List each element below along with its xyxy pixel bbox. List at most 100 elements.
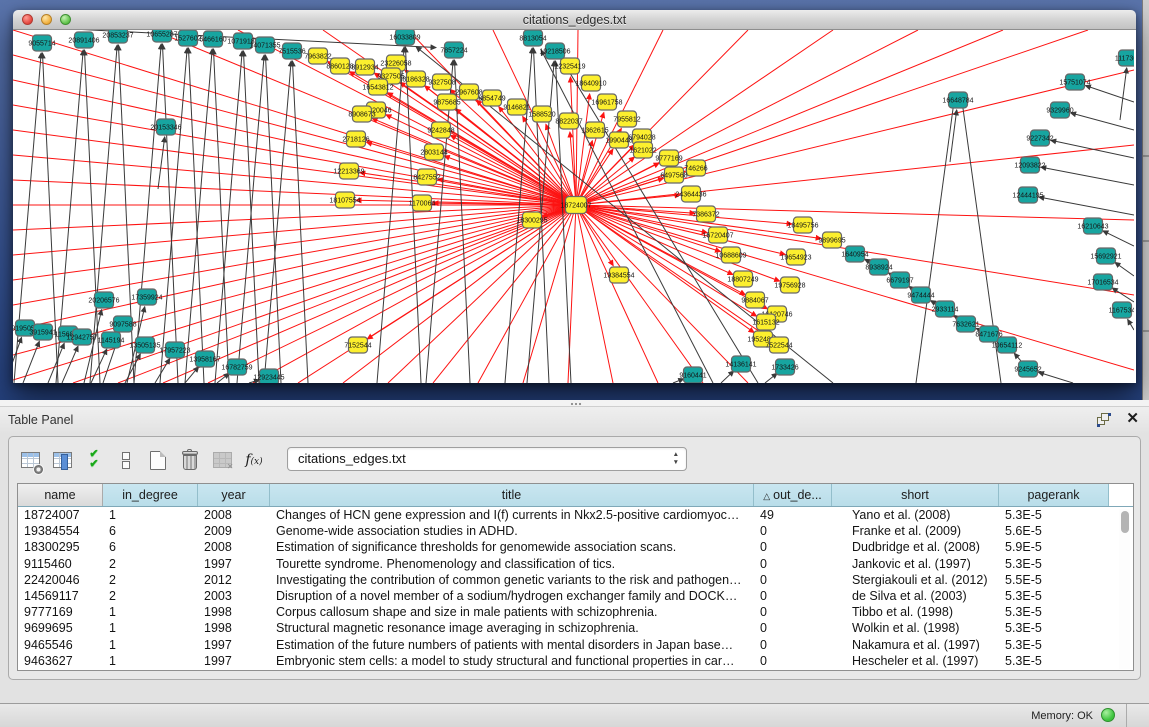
cell-year: 2009 bbox=[198, 523, 270, 539]
cell-title: Disruption of a novel member of a sodium… bbox=[270, 588, 754, 604]
table-mode-icon[interactable] bbox=[17, 447, 43, 473]
column-header-short[interactable]: short bbox=[832, 484, 999, 506]
graph-node-label: 7857224 bbox=[440, 48, 467, 55]
graph-node-label: 18807249 bbox=[727, 277, 758, 284]
graph-node-label: 9097588 bbox=[109, 322, 136, 329]
red-edge bbox=[13, 205, 576, 230]
graph-node-label: 12093822 bbox=[1014, 163, 1045, 170]
graph-node-label: 2803144 bbox=[420, 150, 447, 157]
graph-node-label: 8822037 bbox=[555, 119, 582, 126]
cell-short: Franke et al. (2009) bbox=[832, 523, 999, 539]
graph-node-label: 6794028 bbox=[628, 135, 655, 142]
cell-pagerank: 5.3E-5 bbox=[999, 507, 1109, 523]
graph-node-label: 6679197 bbox=[886, 278, 913, 285]
graph-node-label: 15751074 bbox=[1059, 80, 1090, 87]
cell-title: Changes of HCN gene expression and I(f) … bbox=[270, 507, 754, 523]
table-row[interactable]: 969969511998Structural magnetic resonanc… bbox=[18, 620, 1133, 636]
red-edge bbox=[13, 205, 576, 280]
network-canvas[interactable]: 7963822886012889129342322605893275051654… bbox=[13, 30, 1136, 383]
cell-name: 19384554 bbox=[18, 523, 103, 539]
cell-year: 1997 bbox=[198, 637, 270, 653]
function-builder-icon[interactable]: f(x) bbox=[241, 447, 267, 473]
delete-column-icon[interactable] bbox=[177, 447, 203, 473]
column-header-out_de[interactable]: △out_de... bbox=[754, 484, 832, 506]
cell-name: 9463627 bbox=[18, 653, 103, 669]
new-column-icon[interactable] bbox=[145, 447, 171, 473]
table-row[interactable]: 1830029562008Estimation of significance … bbox=[18, 539, 1133, 555]
column-header-in_degree[interactable]: in_degree bbox=[103, 484, 198, 506]
node-table: namein_degreeyeartitle△out_de...shortpag… bbox=[17, 483, 1134, 671]
red-edge bbox=[576, 205, 780, 281]
graph-node-label: 9146821 bbox=[503, 105, 530, 112]
cell-year: 1997 bbox=[198, 556, 270, 572]
column-header-pagerank[interactable]: pagerank bbox=[999, 484, 1109, 506]
splitter-grip-icon[interactable] bbox=[570, 402, 582, 406]
float-panel-icon[interactable] bbox=[1097, 413, 1111, 427]
graph-node-label: 9474444 bbox=[907, 293, 934, 300]
graph-node-label: 19384554 bbox=[603, 273, 634, 280]
red-edge bbox=[13, 205, 576, 255]
graph-node-label: 20891406 bbox=[68, 38, 99, 45]
graph-node-label: 7963822 bbox=[304, 54, 331, 61]
graph-node-label: 7632621 bbox=[952, 322, 979, 329]
cell-out_de: 0 bbox=[754, 620, 832, 636]
graph-node-label: 10654112 bbox=[992, 343, 1023, 350]
black-edge bbox=[1039, 197, 1134, 215]
graph-node-label: 17016534 bbox=[1087, 280, 1118, 287]
table-row[interactable]: 911546021997Tourette syndrome. Phenomeno… bbox=[18, 556, 1133, 572]
graph-node-label: 24364436 bbox=[675, 192, 706, 199]
black-edge bbox=[158, 137, 165, 189]
graph-node-label: 16961758 bbox=[591, 100, 622, 107]
window-title: citations_edges.txt bbox=[13, 13, 1136, 27]
graph-node-label: 8186328 bbox=[402, 77, 429, 84]
cell-name: 9777169 bbox=[18, 604, 103, 620]
table-row[interactable]: 977716911998Corpus callosum shape and si… bbox=[18, 604, 1133, 620]
window-titlebar[interactable]: citations_edges.txt bbox=[13, 10, 1136, 30]
column-header-title[interactable]: title bbox=[270, 484, 754, 506]
column-header-year[interactable]: year bbox=[198, 484, 270, 506]
table-row[interactable]: 2242004622012Investigating the contribut… bbox=[18, 572, 1133, 588]
cell-out_de: 0 bbox=[754, 556, 832, 572]
graph-node-label: 9245652 bbox=[1014, 367, 1041, 374]
table-row[interactable]: 1872400712008Changes of HCN gene express… bbox=[18, 507, 1133, 523]
graph-node-label: 1621022 bbox=[629, 148, 656, 155]
panel-splitter[interactable] bbox=[0, 400, 1149, 407]
select-all-icon[interactable]: ✔✔ bbox=[81, 447, 107, 473]
table-scrollbar[interactable] bbox=[1119, 509, 1130, 669]
scrollbar-thumb[interactable] bbox=[1121, 511, 1129, 533]
table-row[interactable]: 1456911722003Disruption of a novel membe… bbox=[18, 588, 1133, 604]
cell-short: Jankovic et al. (1997) bbox=[832, 556, 999, 572]
cell-in_degree: 6 bbox=[103, 539, 198, 555]
black-edge bbox=[1041, 167, 1134, 185]
graph-node-label: 3915941 bbox=[29, 330, 56, 337]
table-row[interactable]: 946362711997Embryonic stem cells: a mode… bbox=[18, 653, 1133, 669]
table-row[interactable]: 946554611997Estimation of the future num… bbox=[18, 637, 1133, 653]
table-row[interactable]: 1938455462009Genome-wide association stu… bbox=[18, 523, 1133, 539]
network-table-dropdown[interactable]: citations_edges.txt ▲▼ bbox=[287, 447, 687, 471]
graph-node-label: 18300295 bbox=[516, 218, 547, 225]
cell-pagerank: 5.3E-5 bbox=[999, 637, 1109, 653]
black-edge bbox=[1051, 140, 1134, 158]
graph-node-label: 13958167 bbox=[189, 357, 220, 364]
cell-name: 9465546 bbox=[18, 637, 103, 653]
status-bar: Memory: OK bbox=[0, 703, 1149, 727]
cell-year: 2003 bbox=[198, 588, 270, 604]
cell-short: de Silva et al. (2003) bbox=[832, 588, 999, 604]
graph-node-label: 9875685 bbox=[433, 100, 460, 107]
graph-node-label: 9899695 bbox=[818, 238, 845, 245]
graph-node-label: 8813054 bbox=[519, 36, 546, 43]
black-edge bbox=[185, 49, 212, 383]
cell-year: 2012 bbox=[198, 572, 270, 588]
clear-selection-icon[interactable] bbox=[113, 447, 139, 473]
graph-node-label: 2933114 bbox=[932, 307, 959, 314]
column-header-name[interactable]: name bbox=[18, 484, 103, 506]
red-edge bbox=[208, 205, 576, 383]
red-edge bbox=[576, 30, 1088, 205]
show-columns-icon[interactable] bbox=[49, 447, 75, 473]
close-panel-icon[interactable]: ✕ bbox=[1126, 410, 1139, 428]
cell-in_degree: 1 bbox=[103, 653, 198, 669]
status-divider bbox=[1126, 704, 1127, 727]
table-panel-body: ✔✔ f(x) citations_edges.txt ▲▼ namein_de… bbox=[8, 436, 1141, 680]
cell-out_de: 0 bbox=[754, 588, 832, 604]
graph-node-label: 12444195 bbox=[1012, 193, 1043, 200]
